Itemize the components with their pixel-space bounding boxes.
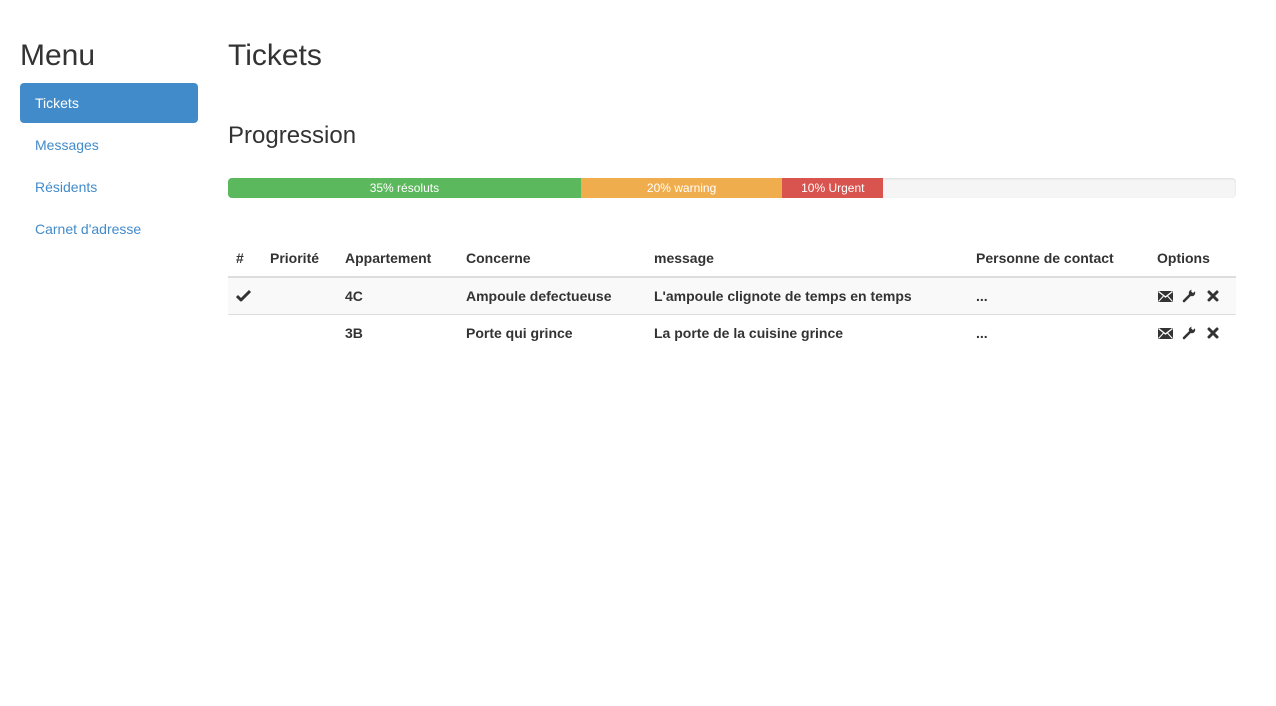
wrench-icon[interactable]: [1181, 288, 1197, 304]
progress-bar: 35% résoluts 20% warning 10% Urgent: [228, 178, 1236, 198]
page-title: Tickets: [228, 39, 322, 72]
table-header-row: # Priorité Appartement Concerne message …: [228, 240, 1236, 278]
message-cell: L'ampoule clignote de temps en temps: [646, 277, 968, 315]
sidebar-item-messages[interactable]: Messages: [20, 125, 198, 165]
column-header-number: #: [228, 240, 262, 278]
remove-icon[interactable]: [1205, 288, 1221, 304]
priorite-cell: [262, 277, 337, 315]
column-header-message: message: [646, 240, 968, 278]
status-cell: [228, 277, 262, 315]
options-cell: [1149, 277, 1236, 315]
check-icon: [236, 289, 254, 302]
main-content: Tickets Progression 35% résoluts 20% war…: [228, 38, 1236, 351]
wrench-icon[interactable]: [1181, 325, 1197, 341]
sidebar-title: Menu: [20, 39, 96, 72]
column-header-contact: Personne de contact: [968, 240, 1149, 278]
progression-title: Progression: [228, 122, 357, 149]
envelope-icon[interactable]: [1157, 288, 1173, 304]
concerne-cell: Ampoule defectueuse: [458, 277, 646, 315]
table-row: 4C Ampoule defectueuse L'ampoule clignot…: [228, 277, 1236, 315]
appartement-cell: 4C: [337, 277, 458, 315]
column-header-concerne: Concerne: [458, 240, 646, 278]
sidebar: Menu Tickets Messages Résidents Carnet d…: [20, 38, 198, 251]
table-row: 3B Porte qui grince La porte de la cuisi…: [228, 314, 1236, 351]
column-header-priorite: Priorité: [262, 240, 337, 278]
column-header-options: Options: [1149, 240, 1236, 278]
envelope-icon[interactable]: [1157, 325, 1173, 341]
progress-segment-urgent: 10% Urgent: [782, 178, 884, 198]
page: Menu Tickets Messages Résidents Carnet d…: [0, 0, 1276, 706]
contact-cell: ...: [968, 277, 1149, 315]
tickets-table: # Priorité Appartement Concerne message …: [228, 240, 1236, 351]
sidebar-item-residents[interactable]: Résidents: [20, 167, 198, 207]
concerne-cell: Porte qui grince: [466, 324, 573, 341]
progress-segment-resolved: 35% résoluts: [228, 178, 581, 198]
progress-segment-warning: 20% warning: [580, 178, 783, 198]
priorite-cell: [262, 314, 337, 351]
appartement-cell: 3B: [345, 324, 363, 341]
column-header-appartement: Appartement: [337, 240, 458, 278]
sidebar-item-tickets[interactable]: Tickets: [20, 83, 198, 123]
contact-cell: ...: [976, 324, 988, 341]
status-cell: [228, 314, 262, 351]
remove-icon[interactable]: [1205, 325, 1221, 341]
sidebar-item-carnet-adresse[interactable]: Carnet d'adresse: [20, 209, 198, 249]
message-cell: La porte de la cuisine grince: [654, 324, 844, 341]
options-cell: [1149, 314, 1236, 351]
